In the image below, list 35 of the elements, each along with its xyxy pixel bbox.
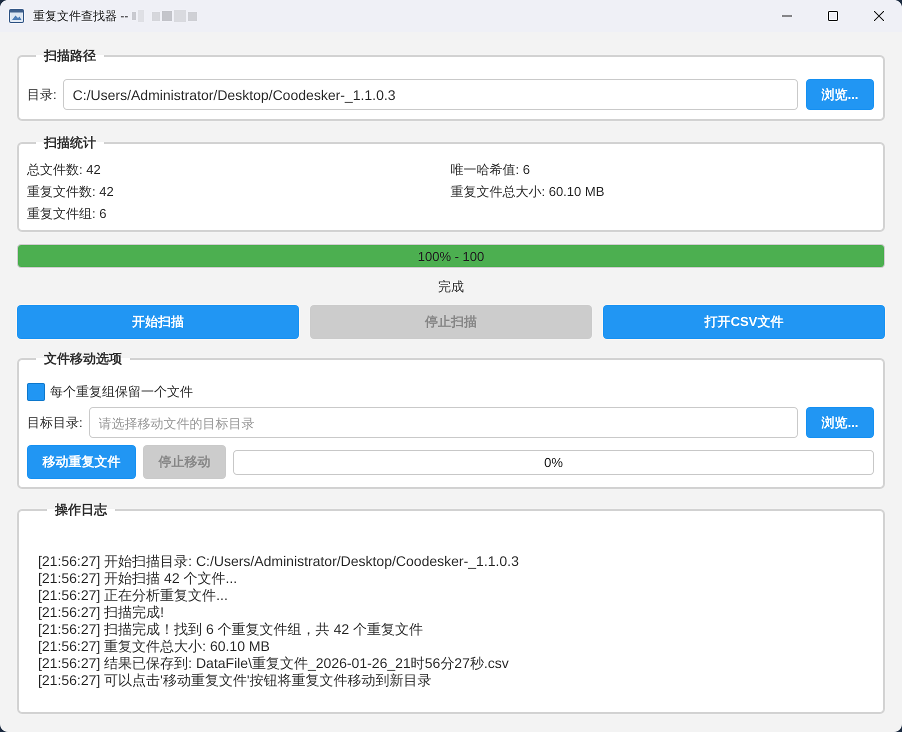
- log-line: [21:56:27] 开始扫描目录: C:/Users/Administrator/Desktop/Coodesker-_1.1.0.3: [38, 553, 520, 570]
- log-line: [21:56:27] 开始扫描 42 个文件...: [38, 570, 238, 587]
- stat-text: 唯一哈希值: 6: [450, 161, 531, 179]
- checkbox-label: 每个重复组保留一个文件: [50, 383, 193, 401]
- window-title: 重复文件查找器 --: [33, 8, 128, 24]
- panel-title: 文件移动选项: [43, 350, 123, 368]
- action-button[interactable]: 打开CSV文件: [603, 305, 885, 339]
- target-directory-field[interactable]: 请选择移动文件的目标目录: [88, 407, 798, 438]
- panel-title: 扫描路径: [42, 47, 97, 65]
- maximize-icon: [828, 11, 838, 21]
- stat-text: 重复文件数: 42: [27, 183, 115, 201]
- panel-title: 扫描统计: [42, 134, 97, 152]
- checkbox[interactable]: [27, 383, 45, 401]
- log-line: [21:56:27] 结果已保存到: DataFile\重复文件_2026-01-26_21时56分27秒.csv: [38, 655, 510, 672]
- log-line: [21:56:27] 可以点击'移动重复文件'按钮将重复文件移动到新目录: [38, 672, 433, 689]
- status-text: 完成: [438, 278, 464, 296]
- log-line: [21:56:27] 扫描完成!: [38, 604, 166, 621]
- target-directory-label: 目标目录:: [27, 414, 83, 432]
- log-line: [21:56:27] 扫描完成！找到 6 个重复文件组，共 42 个重复文件: [38, 621, 424, 638]
- picture-window-icon: [9, 9, 24, 23]
- stat-text: 总文件数: 42: [27, 161, 102, 179]
- stat-text: 重复文件组: 6: [27, 205, 108, 223]
- log-line: [21:56:27] 重复文件总大小: 60.10 MB: [38, 638, 271, 655]
- browse-button[interactable]: 浏览...: [806, 407, 874, 438]
- progress-text: 0%: [544, 454, 563, 470]
- browse-button[interactable]: 浏览...: [806, 79, 874, 110]
- directory-label: 目录:: [27, 86, 57, 104]
- log-line: [21:56:27] 正在分析重复文件...: [38, 587, 229, 604]
- progress-text: 100% - 100: [418, 248, 484, 264]
- move-button[interactable]: 移动重复文件: [27, 445, 136, 479]
- close-icon: [874, 11, 884, 21]
- action-button[interactable]: 开始扫描: [17, 305, 299, 339]
- directory-field[interactable]: C:/Users/Administrator/Desktop/Coodesker-_1.1.0.3: [62, 79, 798, 110]
- stat-text: 重复文件总大小: 60.10 MB: [450, 183, 606, 201]
- panel-title: 操作日志: [54, 501, 108, 519]
